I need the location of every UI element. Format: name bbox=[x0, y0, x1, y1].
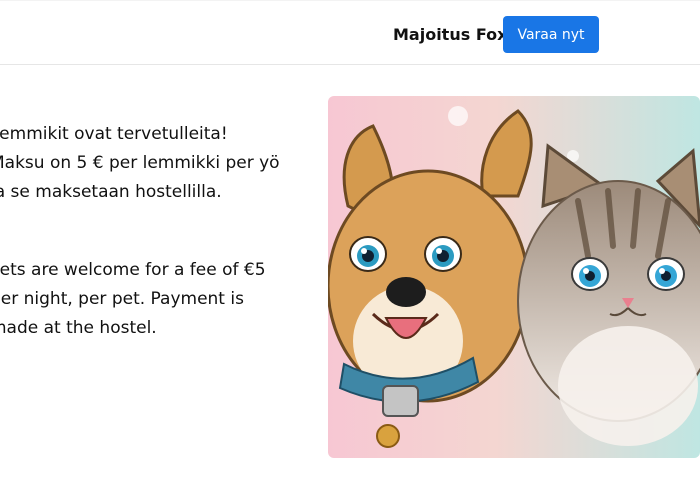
header-top-line bbox=[0, 0, 700, 1]
site-header: Majoitus Fox Varaa nyt bbox=[0, 0, 700, 65]
finnish-pet-policy-text: Lemmikit ovat tervetulleita! Maksu on 5 … bbox=[0, 124, 280, 202]
english-pet-policy: Pets are welcome for a fee of €5 per nig… bbox=[0, 256, 315, 343]
book-now-button[interactable]: Varaa nyt bbox=[503, 16, 599, 53]
pets-illustration bbox=[328, 96, 700, 458]
brand-name[interactable]: Majoitus Fox bbox=[393, 25, 507, 44]
finnish-pet-policy: Lemmikit ovat tervetulleita! Maksu on 5 … bbox=[0, 120, 315, 207]
english-pet-policy-text: Pets are welcome for a fee of €5 per nig… bbox=[0, 260, 266, 338]
